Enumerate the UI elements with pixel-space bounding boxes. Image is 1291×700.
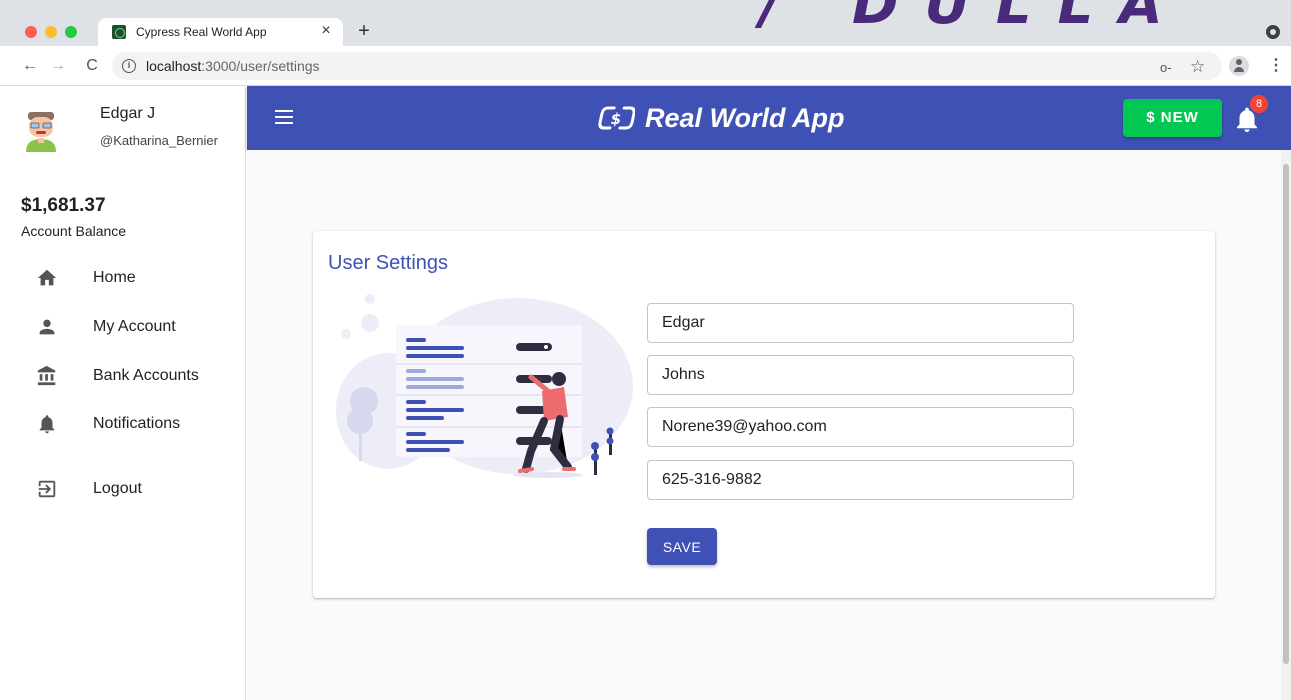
sidebar-item-logout[interactable]: Logout	[0, 468, 246, 512]
sidebar: Edgar J @Katharina_Bernier $1,681.37 Acc…	[0, 87, 246, 700]
email-field[interactable]	[647, 407, 1074, 447]
sidebar-item-my-account[interactable]: My Account	[0, 306, 246, 350]
password-key-icon[interactable]: o-	[1160, 60, 1172, 75]
logo-icon: $	[598, 106, 635, 130]
browser-toolbar: ← → C i localhost:3000/user/settings	[0, 46, 1291, 86]
window-close-button[interactable]	[25, 26, 37, 38]
window-zoom-button[interactable]	[65, 26, 77, 38]
favicon-icon	[112, 25, 126, 39]
settings-illustration	[336, 294, 633, 478]
page-scrollbar[interactable]	[1281, 150, 1291, 700]
avatar	[26, 112, 56, 152]
bookmark-star-icon[interactable]: ☆	[1190, 57, 1205, 77]
sidebar-item-home[interactable]: Home	[0, 257, 246, 301]
notification-count-badge: 8	[1250, 95, 1268, 113]
account-balance-label: Account Balance	[21, 223, 127, 239]
menu-icon[interactable]	[275, 110, 293, 124]
svg-text:$: $	[611, 110, 621, 128]
back-arrow-icon[interactable]: ←	[20, 56, 40, 76]
home-icon	[37, 269, 57, 286]
promo-overlay-text: / DULLA	[760, 0, 1189, 37]
last-name-field[interactable]	[647, 355, 1074, 395]
user-full-name: Edgar J	[100, 105, 156, 122]
new-tab-button[interactable]: +	[352, 18, 376, 44]
url-text: localhost:3000/user/settings	[146, 58, 320, 74]
app-header: $ Real World App $ NEW 8	[247, 86, 1291, 150]
phone-field[interactable]	[647, 460, 1074, 500]
person-icon	[39, 319, 55, 335]
sidebar-item-bank-accounts[interactable]: Bank Accounts	[0, 355, 246, 399]
first-name-field[interactable]	[647, 303, 1074, 343]
tab-close-icon[interactable]: ×	[317, 22, 335, 40]
url-host: localhost	[146, 58, 202, 74]
user-settings-card: User Settings Edgar Johns Norene39@yahoo…	[313, 231, 1215, 598]
browser-menu-icon[interactable]: ⋮	[1268, 56, 1284, 76]
sidebar-item-notifications[interactable]: Notifications	[0, 403, 246, 447]
reload-icon[interactable]: C	[82, 56, 102, 76]
scrollbar-thumb[interactable]	[1283, 164, 1289, 664]
new-transaction-button[interactable]: $ NEW	[1123, 99, 1222, 137]
account-icon[interactable]	[1229, 56, 1249, 76]
brand-title: Real World App	[645, 103, 845, 133]
bank-icon	[37, 365, 56, 386]
browser-profile-icon[interactable]	[1266, 25, 1280, 39]
sidebar-item-label: Logout	[93, 480, 142, 497]
bell-icon	[39, 415, 55, 434]
browser-tab-bar: / DULLA Cypress Real World App × +	[0, 0, 1291, 46]
forward-arrow-icon[interactable]: →	[48, 56, 68, 76]
window-minimize-button[interactable]	[45, 26, 57, 38]
save-button[interactable]: SAVE	[647, 528, 717, 565]
account-balance-amount: $1,681.37	[21, 195, 106, 216]
sidebar-item-label: Notifications	[93, 415, 181, 432]
url-path: :3000/user/settings	[201, 58, 320, 74]
page-title: User Settings	[328, 252, 449, 274]
browser-tab[interactable]: Cypress Real World App ×	[98, 18, 343, 46]
site-info-icon[interactable]: i	[122, 59, 136, 73]
address-bar[interactable]: i localhost:3000/user/settings	[112, 52, 1222, 80]
tab-title: Cypress Real World App	[136, 25, 267, 39]
logout-icon	[38, 480, 56, 498]
sidebar-item-label: My Account	[93, 318, 176, 335]
sidebar-item-label: Bank Accounts	[93, 367, 199, 384]
user-handle: @Katharina_Bernier	[100, 133, 218, 148]
sidebar-item-label: Home	[93, 269, 136, 286]
